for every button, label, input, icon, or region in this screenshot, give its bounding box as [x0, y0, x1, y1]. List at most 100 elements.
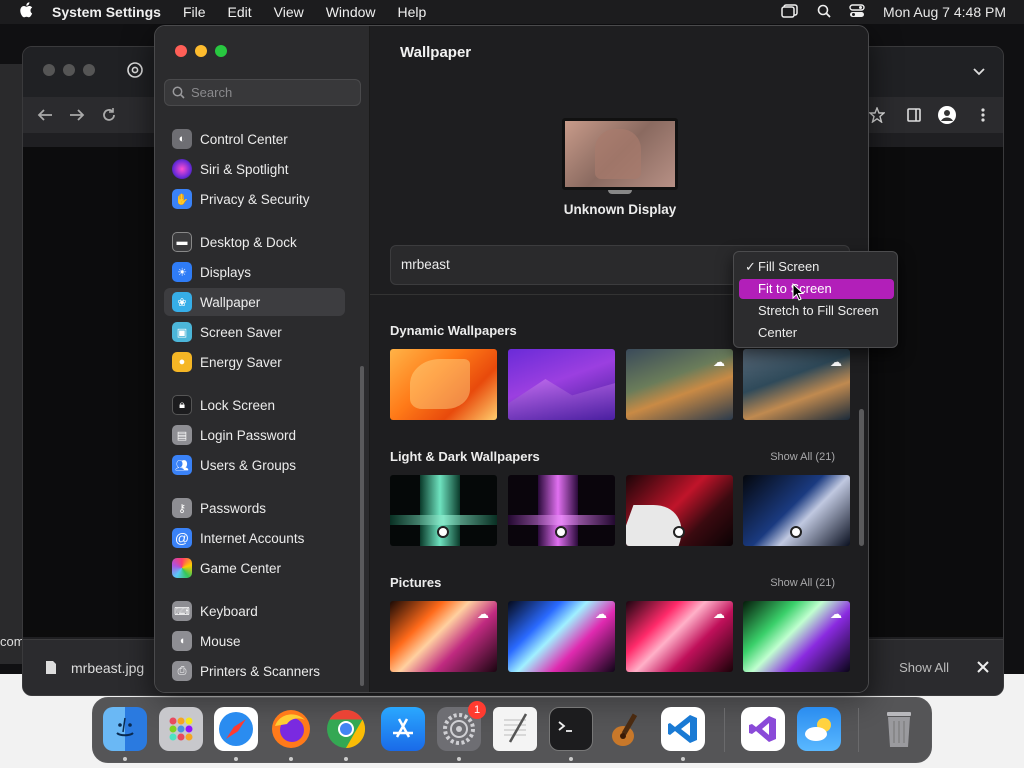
chrome-tab-icon[interactable]	[127, 62, 143, 83]
sidebar-item-label: Passwords	[200, 500, 267, 516]
tab-list-chevron-icon[interactable]	[973, 63, 985, 81]
wallpaper-thumb-imac-blue[interactable]: ☁	[508, 601, 615, 672]
browser-minimize-button[interactable]	[63, 64, 75, 76]
dock-vscode-icon[interactable]	[661, 707, 705, 751]
reload-icon[interactable]	[101, 107, 117, 128]
dock-chrome-icon[interactable]	[324, 707, 368, 751]
dock-garageband-icon[interactable]	[605, 707, 649, 751]
dock-safari-icon[interactable]	[214, 707, 258, 751]
sidebar-scrollbar[interactable]	[360, 366, 364, 686]
window-minimize-button[interactable]	[195, 45, 207, 57]
sidebar-item-wallpaper[interactable]: ❀ Wallpaper	[164, 288, 345, 316]
sidebar-item-siri-spotlight[interactable]: Siri & Spotlight	[164, 155, 345, 183]
view-menu[interactable]: View	[274, 4, 304, 20]
sidebar-item-control-center[interactable]: ◐ Control Center	[164, 125, 345, 153]
option-label: Fill Screen	[758, 259, 820, 274]
fit-option-fit-to-screen[interactable]: Fit to Screen	[739, 279, 894, 299]
side-panel-icon[interactable]	[907, 108, 921, 127]
sidebar-item-keyboard[interactable]: ⌨ Keyboard	[164, 597, 345, 625]
section-title-light-dark: Light & Dark Wallpapers	[390, 449, 540, 464]
wallpaper-thumb-macos-purple[interactable]	[508, 475, 615, 546]
wallpaper-thumb-macbook-red[interactable]	[626, 475, 733, 546]
wallpaper-thumb-macbook-blue[interactable]	[743, 475, 850, 546]
section-title-dynamic: Dynamic Wallpapers	[390, 323, 517, 338]
wallpaper-thumb-monterey[interactable]	[508, 349, 615, 420]
search-input[interactable]: Search	[164, 79, 361, 106]
download-cloud-icon[interactable]: ☁	[830, 607, 842, 621]
sidebar-item-displays[interactable]: ☀ Displays	[164, 258, 345, 286]
show-all-light-dark-button[interactable]: Show All (21)	[770, 451, 835, 463]
window-menu[interactable]: Window	[326, 4, 376, 20]
system-settings-badge: 1	[468, 701, 486, 719]
sidebar-item-label: Siri & Spotlight	[200, 161, 289, 177]
browser-zoom-button[interactable]	[83, 64, 95, 76]
wallpaper-thumb-imac-pink[interactable]: ☁	[626, 601, 733, 672]
fit-option-center[interactable]: Center	[739, 323, 894, 343]
dock-weather-icon[interactable]	[797, 707, 841, 751]
pane-scrollbar[interactable]	[859, 409, 864, 546]
browser-menu-icon[interactable]	[981, 108, 985, 127]
app-name-menu[interactable]: System Settings	[52, 4, 161, 20]
sidebar-item-energy-saver[interactable]: ● Energy Saver	[164, 348, 345, 376]
current-wallpaper-name: mrbeast	[401, 257, 450, 272]
sidebar-item-privacy-security[interactable]: ✋ Privacy & Security	[164, 185, 345, 213]
mouse-icon: ◖	[172, 631, 192, 651]
bulb-icon: ●	[172, 352, 192, 372]
back-arrow-icon[interactable]	[37, 108, 53, 127]
light-dark-badge-icon	[555, 526, 567, 538]
download-cloud-icon[interactable]: ☁	[713, 607, 725, 621]
sidebar-item-internet-accounts[interactable]: @ Internet Accounts	[164, 524, 345, 552]
wallpaper-thumb-ventura[interactable]	[390, 349, 497, 420]
apple-menu-icon[interactable]	[0, 2, 52, 22]
download-filename[interactable]: mrbeast.jpg	[71, 660, 144, 676]
download-cloud-icon[interactable]: ☁	[713, 355, 725, 369]
download-cloud-icon[interactable]: ☁	[477, 607, 489, 621]
window-zoom-button[interactable]	[215, 45, 227, 57]
wallpaper-thumb-big-sur-mountains[interactable]: ☁	[743, 349, 850, 420]
siri-icon	[172, 159, 192, 179]
wallpaper-thumb-big-sur-coast[interactable]: ☁	[626, 349, 733, 420]
sidebar-item-users-groups[interactable]: 👥︎ Users & Groups	[164, 451, 345, 479]
sidebar-item-screen-saver[interactable]: ▣ Screen Saver	[164, 318, 345, 346]
key-icon: ⚷	[172, 498, 192, 518]
sidebar-item-game-center[interactable]: Game Center	[164, 554, 345, 582]
edit-menu[interactable]: Edit	[228, 4, 252, 20]
window-close-button[interactable]	[175, 45, 187, 57]
download-cloud-icon[interactable]: ☁	[595, 607, 607, 621]
sidebar-item-passwords[interactable]: ⚷ Passwords	[164, 494, 345, 522]
sidebar-item-printers-scanners[interactable]: ⎙ Printers & Scanners	[164, 657, 345, 685]
forward-arrow-icon[interactable]	[69, 108, 85, 127]
fit-option-stretch[interactable]: Stretch to Fill Screen	[739, 301, 894, 321]
control-center-menu-icon[interactable]	[849, 3, 865, 21]
bookmark-star-icon[interactable]	[868, 106, 886, 128]
dock-running-indicator	[234, 757, 238, 761]
downloads-show-all-button[interactable]: Show All	[899, 660, 949, 675]
show-all-pictures-button[interactable]: Show All (21)	[770, 577, 835, 589]
wallpaper-thumb-imac-orange[interactable]: ☁	[390, 601, 497, 672]
fit-option-fill-screen[interactable]: ✓ Fill Screen	[739, 257, 894, 277]
spotlight-search-icon[interactable]	[817, 4, 831, 21]
sidebar-item-lock-screen[interactable]: 🔒︎ Lock Screen	[164, 391, 345, 419]
dock-finder-icon[interactable]	[103, 707, 147, 751]
dock-trash-icon[interactable]	[877, 707, 921, 751]
browser-close-button[interactable]	[43, 64, 55, 76]
dock-firefox-icon[interactable]	[269, 707, 313, 751]
dock-terminal-icon[interactable]	[549, 707, 593, 751]
dock-app-store-icon[interactable]	[381, 707, 425, 751]
dock-launchpad-icon[interactable]	[159, 707, 203, 751]
close-downloads-icon[interactable]	[977, 660, 989, 678]
download-cloud-icon[interactable]: ☁	[830, 355, 842, 369]
sidebar-item-desktop-dock[interactable]: ▬ Desktop & Dock	[164, 228, 345, 256]
menu-clock[interactable]: Mon Aug 7 4:48 PM	[883, 4, 1006, 20]
profile-avatar-icon[interactable]	[937, 105, 957, 130]
sidebar-item-login-password[interactable]: ▤ Login Password	[164, 421, 345, 449]
wallpaper-thumb-imac-green[interactable]: ☁	[743, 601, 850, 672]
help-menu[interactable]: Help	[398, 4, 427, 20]
dock-textedit-icon[interactable]	[493, 707, 537, 751]
dock-visual-studio-icon[interactable]	[741, 707, 785, 751]
sidebar-item-mouse[interactable]: ◖ Mouse	[164, 627, 345, 655]
wallpaper-thumb-macos-green[interactable]	[390, 475, 497, 546]
file-menu[interactable]: File	[183, 4, 206, 20]
stage-manager-icon[interactable]	[781, 3, 799, 21]
dock-running-indicator	[457, 757, 461, 761]
